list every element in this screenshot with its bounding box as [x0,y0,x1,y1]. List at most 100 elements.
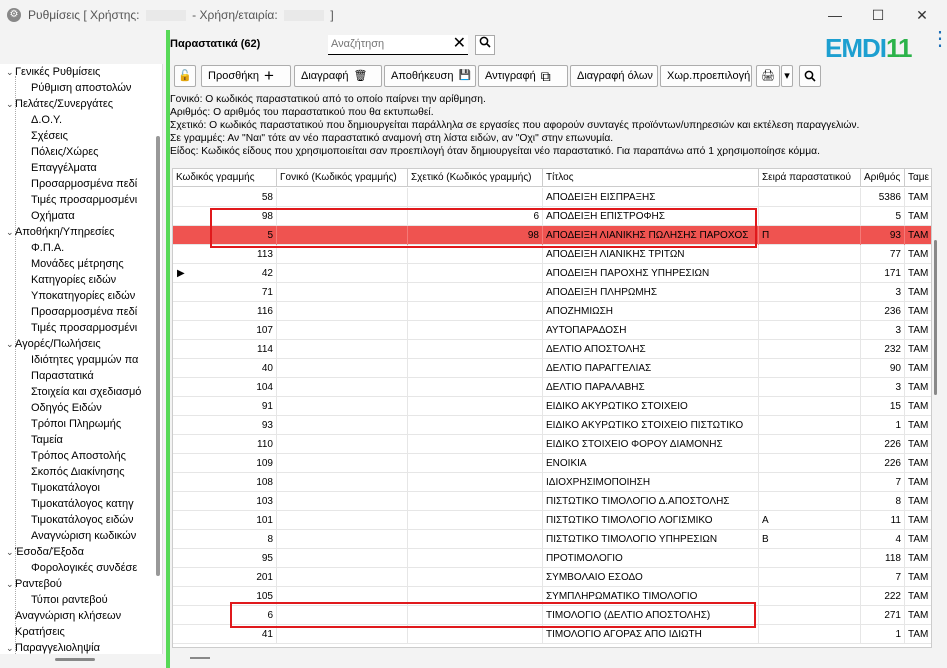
save-button[interactable]: Αποθήκευση 💾 [384,65,476,87]
cell-series[interactable] [759,625,861,644]
sidebar-item[interactable]: Οδηγός Ειδών [31,400,102,416]
sidebar-item[interactable]: ⌄Ραντεβού [6,576,62,592]
column-header-number[interactable]: Αριθμός [861,169,905,187]
copy-button[interactable]: Αντιγραφή ⧉ [478,65,568,87]
column-header-cash[interactable]: Ταμε [905,169,931,187]
cell-series[interactable] [759,587,861,606]
table-row[interactable]: 108 ΙΔΙΟΧΡΗΣΙΜΟΠΟΙΗΣΗ 7 ΤΑΜ [173,473,931,492]
sidebar-scrollbar[interactable] [156,136,160,576]
cell-number[interactable]: 3 [861,321,905,340]
column-header-related[interactable]: Σχετικό (Κωδικός γραμμής) [408,169,543,187]
table-row[interactable]: ▶ 42 ΑΠΟΔΕΙΞΗ ΠΑΡΟΧΗΣ ΥΠΗΡΕΣΙΩΝ 171 ΤΑΜ [173,264,931,283]
cell-code[interactable]: 93 [173,416,277,435]
cell-number[interactable]: 7 [861,473,905,492]
cell-parent[interactable] [277,283,408,302]
expander-icon[interactable]: ⌄ [6,96,15,112]
bottom-scrollbar[interactable] [190,657,210,659]
cell-code[interactable]: 104 [173,378,277,397]
cell-code[interactable]: 71 [173,283,277,302]
cell-cash[interactable]: ΤΑΜ [905,606,931,625]
expander-icon[interactable]: ⌄ [6,576,15,592]
cell-cash[interactable]: ΤΑΜ [905,397,931,416]
cell-related[interactable] [408,321,543,340]
table-row[interactable]: 107 ΑΥΤΟΠΑΡΑΔΟΣΗ 3 ΤΑΜ [173,321,931,340]
cell-number[interactable]: 1 [861,416,905,435]
cell-series[interactable] [759,416,861,435]
cell-related[interactable] [408,492,543,511]
cell-number[interactable]: 11 [861,511,905,530]
cell-code[interactable]: 114 [173,340,277,359]
search-input[interactable] [328,35,446,53]
cell-title[interactable]: ΑΠΟΔΕΙΞΗ ΕΙΣΠΡΑΞΗΣ [543,188,759,207]
sidebar-item[interactable]: Υποκατηγορίες ειδών [31,288,135,304]
cell-number[interactable]: 1 [861,625,905,644]
cell-code[interactable]: 201 [173,568,277,587]
cell-title[interactable]: ΑΠΟΔΕΙΞΗ ΠΑΡΟΧΗΣ ΥΠΗΡΕΣΙΩΝ [543,264,759,283]
cell-title[interactable]: ΔΕΛΤΙΟ ΠΑΡΑΛΑΒΗΣ [543,378,759,397]
grid-scrollbar[interactable] [934,240,937,395]
cell-series[interactable] [759,473,861,492]
cell-cash[interactable]: ΤΑΜ [905,568,931,587]
cell-parent[interactable] [277,340,408,359]
table-row[interactable]: 6 ΤΙΜΟΛΟΓΙΟ (ΔΕΛΤΙΟ ΑΠΟΣΤΟΛΗΣ) 271 ΤΑΜ [173,606,931,625]
expander-icon[interactable]: ⌄ [6,336,15,352]
cell-cash[interactable]: ΤΑΜ [905,416,931,435]
cell-series[interactable] [759,283,861,302]
sidebar-item[interactable]: Κρατήσεις [6,624,65,640]
column-header-parent[interactable]: Γονικό (Κωδικός γραμμής) [277,169,408,187]
cell-parent[interactable] [277,188,408,207]
cell-related[interactable] [408,397,543,416]
cell-number[interactable]: 232 [861,340,905,359]
column-header-code[interactable]: Κωδικός γραμμής [173,169,277,187]
cell-code[interactable]: 108 [173,473,277,492]
cell-title[interactable]: ΑΥΤΟΠΑΡΑΔΟΣΗ [543,321,759,340]
cell-parent[interactable] [277,625,408,644]
cell-related[interactable] [408,245,543,264]
cell-title[interactable]: ΔΕΛΤΙΟ ΑΠΟΣΤΟΛΗΣ [543,340,759,359]
minimize-button[interactable]: — [825,6,845,24]
cell-parent[interactable] [277,359,408,378]
sidebar-item[interactable]: Οχήματα [31,208,75,224]
cell-cash[interactable]: ΤΑΜ [905,625,931,644]
table-row[interactable]: 109 ΕΝΟΙΚΙΑ 226 ΤΑΜ [173,454,931,473]
lock-button[interactable]: 🔓 [174,65,196,87]
cell-cash[interactable]: ΤΑΜ [905,264,931,283]
table-row[interactable]: 101 ΠΙΣΤΩΤΙΚΟ ΤΙΜΟΛΟΓΙΟ ΛΟΓΙΣΜΙΚΟ Α 11 ΤΑΜ [173,511,931,530]
sidebar-item[interactable]: Τιμοκατάλογος ειδών [31,512,133,528]
cell-parent[interactable] [277,568,408,587]
table-row[interactable]: 103 ΠΙΣΤΩΤΙΚΟ ΤΙΜΟΛΟΓΙΟ Δ.ΑΠΟΣΤΟΛΗΣ 8 ΤΑΜ [173,492,931,511]
cell-cash[interactable]: ΤΑΜ [905,511,931,530]
sidebar-item[interactable]: Αναγνώριση κωδικών [31,528,136,544]
cell-title[interactable]: ΠΡΟΤΙΜΟΛΟΓΙΟ [543,549,759,568]
table-row[interactable]: 5 98 ΑΠΟΔΕΙΞΗ ΛΙΑΝΙΚΗΣ ΠΩΛΗΣΗΣ ΠΑΡΟΧΟΣ Π 93 Τ… [173,226,931,245]
cell-number[interactable]: 171 [861,264,905,283]
cell-series[interactable] [759,397,861,416]
cell-title[interactable]: ΕΙΔΙΚΟ ΣΤΟΙΧΕΙΟ ΦΟΡΟΥ ΔΙΑΜΟΝΗΣ [543,435,759,454]
table-row[interactable]: 113 ΑΠΟΔΕΙΞΗ ΛΙΑΝΙΚΗΣ ΤΡΙΤΩΝ 77 ΤΑΜ [173,245,931,264]
cell-cash[interactable]: ΤΑΜ [905,340,931,359]
cell-series[interactable] [759,188,861,207]
cell-parent[interactable] [277,321,408,340]
cell-cash[interactable]: ΤΑΜ [905,454,931,473]
cell-number[interactable]: 271 [861,606,905,625]
cell-code[interactable]: 110 [173,435,277,454]
sidebar-item[interactable]: Πόλεις/Χώρες [31,144,98,160]
cell-cash[interactable]: ΤΑΜ [905,188,931,207]
cell-related[interactable] [408,283,543,302]
cell-code[interactable]: 107 [173,321,277,340]
cell-series[interactable] [759,340,861,359]
sidebar-item[interactable]: Φ.Π.Α. [31,240,64,256]
cell-code[interactable]: 116 [173,302,277,321]
cell-related[interactable]: 98 [408,226,543,245]
cell-number[interactable]: 5 [861,207,905,226]
cell-series[interactable] [759,378,861,397]
sidebar-item[interactable]: Ιδιότητες γραμμών πα [31,352,138,368]
sidebar-item[interactable]: Τρόποι Πληρωμής [31,416,121,432]
cell-title[interactable]: ΠΙΣΤΩΤΙΚΟ ΤΙΜΟΛΟΓΙΟ ΛΟΓΙΣΜΙΚΟ [543,511,759,530]
table-row[interactable]: 71 ΑΠΟΔΕΙΞΗ ΠΛΗΡΩΜΗΣ 3 ΤΑΜ [173,283,931,302]
cell-parent[interactable] [277,511,408,530]
cell-series[interactable] [759,321,861,340]
expander-icon[interactable]: ⌄ [6,64,15,80]
sidebar-item[interactable]: Μονάδες μέτρησης [31,256,124,272]
cell-related[interactable] [408,302,543,321]
